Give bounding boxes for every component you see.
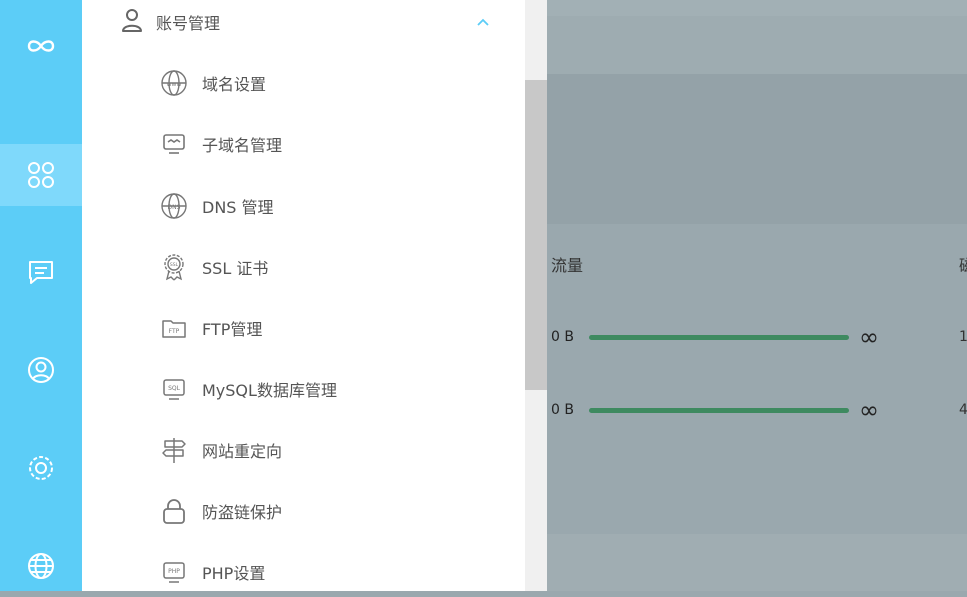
subdomain-monitor-icon xyxy=(160,130,188,158)
svg-text:FTP: FTP xyxy=(169,328,180,335)
menu-item-domain-settings[interactable]: www 域名设置 xyxy=(160,63,266,103)
traffic-progress-bar xyxy=(589,407,849,413)
menu-item-php[interactable]: PHP PHP设置 xyxy=(160,552,265,592)
user-circle-icon xyxy=(26,355,56,385)
dns-globe-icon: DNS xyxy=(160,192,188,220)
www-globe-icon: www xyxy=(160,69,188,97)
menu-item-label: 防盗链保护 xyxy=(202,503,283,522)
menu-item-redirect[interactable]: 网站重定向 xyxy=(160,430,282,470)
rail-item-settings[interactable] xyxy=(0,437,82,499)
icon-rail xyxy=(0,0,82,591)
band xyxy=(547,16,967,74)
traffic-progress-bar xyxy=(589,334,849,340)
traffic-value: 0 B xyxy=(551,402,574,418)
band xyxy=(547,74,967,224)
traffic-row: 0 B ∞ xyxy=(551,395,879,425)
unlimited-value: ∞ xyxy=(859,396,879,424)
ftp-folder-icon: FTP xyxy=(160,314,188,342)
svg-text:PHP: PHP xyxy=(168,568,180,575)
submenu-header-account[interactable]: 账号管理 xyxy=(120,0,490,44)
disk-column-header: 磁 xyxy=(959,252,967,276)
menu-item-label: PHP设置 xyxy=(202,564,266,583)
infinity-logo-icon xyxy=(23,36,59,56)
signpost-icon xyxy=(160,436,188,464)
settings-gear-icon xyxy=(26,453,56,483)
submenu-panel: 账号管理 www 域名设置 子域名管理 DNS DNS 管理 SSL SSL 证… xyxy=(82,0,525,591)
menu-item-dns[interactable]: DNS DNS 管理 xyxy=(160,186,274,226)
traffic-column-header: 流量 xyxy=(551,256,584,275)
submenu-header-label: 账号管理 xyxy=(156,14,221,33)
sql-monitor-icon: SQL xyxy=(160,375,188,403)
ssl-badge-icon: SSL xyxy=(160,253,188,281)
apps-grid-icon xyxy=(26,160,56,190)
submenu-scrollbar-thumb[interactable] xyxy=(525,80,547,390)
band xyxy=(547,224,967,534)
menu-item-label: FTP管理 xyxy=(202,320,263,339)
menu-item-hotlink[interactable]: 防盗链保护 xyxy=(160,491,282,531)
menu-item-label: MySQL数据库管理 xyxy=(202,381,337,400)
menu-item-label: 域名设置 xyxy=(202,75,267,94)
rail-item-user[interactable] xyxy=(0,339,82,401)
svg-text:www: www xyxy=(167,81,182,88)
disk-value: 4 xyxy=(959,402,967,418)
traffic-value: 0 B xyxy=(551,329,574,345)
band xyxy=(547,0,967,16)
svg-text:SSL: SSL xyxy=(170,262,179,268)
menu-item-label: 网站重定向 xyxy=(202,442,283,461)
content-overlay: 流量 磁 0 B ∞ 1 0 B ∞ 4 xyxy=(547,0,967,591)
chevron-up-icon[interactable] xyxy=(476,14,490,33)
menu-item-ftp[interactable]: FTP FTP管理 xyxy=(160,308,262,348)
rail-item-messages[interactable] xyxy=(0,241,82,303)
lock-icon xyxy=(160,497,188,525)
svg-text:DNS: DNS xyxy=(168,204,181,211)
menu-item-subdomain[interactable]: 子域名管理 xyxy=(160,124,282,164)
user-icon xyxy=(120,7,144,37)
rail-logo[interactable] xyxy=(0,15,82,77)
rail-item-globe[interactable] xyxy=(0,535,82,597)
message-icon xyxy=(26,257,56,287)
menu-item-mysql[interactable]: SQL MySQL数据库管理 xyxy=(160,369,337,409)
menu-item-ssl[interactable]: SSL SSL 证书 xyxy=(160,247,268,287)
disk-value: 1 xyxy=(959,329,967,345)
unlimited-value: ∞ xyxy=(859,323,879,351)
traffic-row: 0 B ∞ xyxy=(551,322,879,352)
php-monitor-icon: PHP xyxy=(160,558,188,586)
menu-item-label: 子域名管理 xyxy=(202,136,283,155)
band xyxy=(547,534,967,591)
menu-item-label: SSL 证书 xyxy=(202,259,269,278)
globe-icon xyxy=(26,551,56,581)
rail-item-apps[interactable] xyxy=(0,144,82,206)
svg-text:SQL: SQL xyxy=(168,385,181,392)
menu-item-label: DNS 管理 xyxy=(202,198,274,217)
